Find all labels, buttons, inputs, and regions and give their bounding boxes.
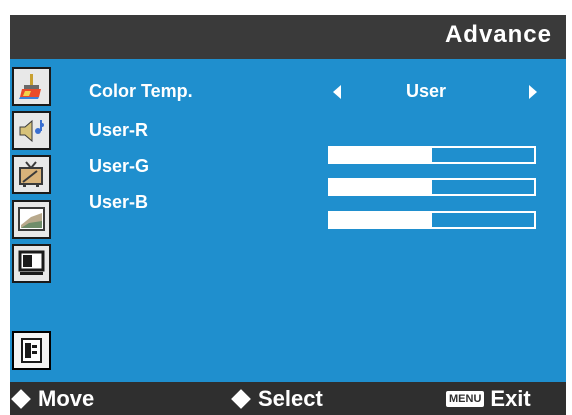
picture-frame-icon[interactable] — [12, 200, 51, 239]
arrow-left-icon[interactable] — [333, 85, 341, 99]
sidebar — [10, 59, 57, 382]
select-label: Select — [258, 386, 323, 411]
exit-label: Exit — [490, 386, 531, 411]
menu-button-icon: MENU — [446, 391, 485, 407]
select-diamond-icon — [231, 389, 251, 409]
osd-menu: Advance Color Temp. User User-R User-G U… — [10, 15, 566, 415]
osd-header: Advance — [10, 15, 566, 59]
osd-body: Color Temp. User User-R User-G User-B — [10, 59, 566, 382]
user-b-slider[interactable] — [328, 211, 536, 229]
advance-settings-icon[interactable] — [12, 331, 51, 370]
select-hint: Select — [230, 386, 323, 412]
user-g-label: User-G — [89, 156, 150, 176]
osd-footer: Move Select MENU Exit — [10, 382, 566, 415]
user-g-fill — [330, 180, 432, 194]
page-title: Advance — [444, 21, 552, 48]
move-label: Move — [38, 386, 95, 411]
user-r-slider[interactable] — [328, 146, 536, 164]
user-r-label: User-R — [89, 120, 149, 140]
move-hint: Move — [10, 386, 94, 412]
color-temp-label: Color Temp. — [89, 81, 193, 101]
settings-panel: Color Temp. User User-R User-G User-B — [57, 59, 566, 382]
user-g-slider[interactable] — [328, 178, 536, 196]
exit-hint: MENU Exit — [446, 386, 531, 412]
color-temp-value[interactable]: User — [406, 81, 446, 102]
move-diamond-icon — [11, 389, 31, 409]
tv-antenna-icon[interactable] — [12, 155, 51, 194]
display-screen-icon[interactable] — [12, 244, 51, 283]
arrow-right-icon[interactable] — [529, 85, 537, 99]
speaker-music-icon[interactable] — [12, 111, 51, 150]
paint-brush-icon[interactable] — [12, 67, 51, 106]
user-b-fill — [330, 213, 432, 227]
user-r-fill — [330, 148, 432, 162]
user-b-label: User-B — [89, 192, 149, 212]
